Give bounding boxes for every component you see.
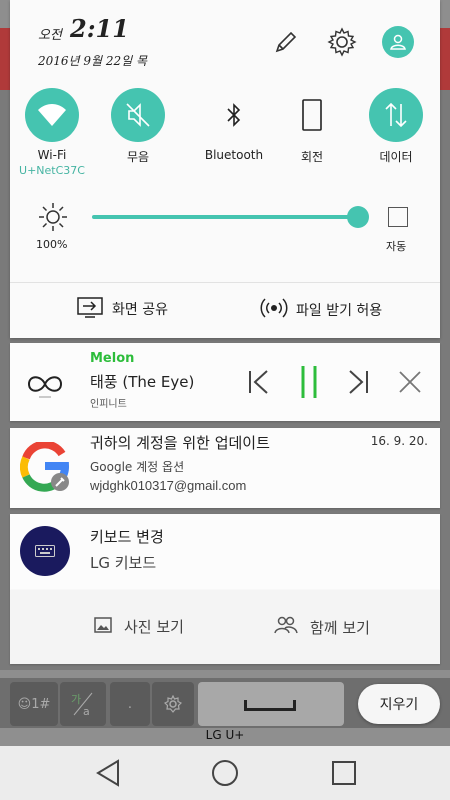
view-together-label: 함께 보기 bbox=[310, 618, 370, 637]
qs-label-mute: 무음 bbox=[126, 150, 150, 164]
clear-all-button[interactable]: 지우기 bbox=[358, 684, 440, 724]
brightness-icon bbox=[38, 202, 68, 236]
close-icon[interactable] bbox=[394, 365, 426, 399]
qs-tile-rotate[interactable]: 회전 bbox=[272, 88, 352, 165]
brightness-slider-thumb[interactable] bbox=[347, 206, 369, 228]
qs-tile-data[interactable]: 데이터 bbox=[356, 88, 436, 165]
google-notification-time: 16. 9. 20. bbox=[370, 434, 428, 448]
google-notification-title: 귀하의 계정을 위한 업데이트 bbox=[90, 434, 270, 452]
space-key[interactable] bbox=[198, 682, 344, 726]
bluetooth-icon bbox=[207, 88, 261, 142]
qs-label-data: 데이터 bbox=[379, 150, 413, 164]
recents-icon[interactable] bbox=[328, 758, 360, 788]
keyboard-notification-subtitle: LG 키보드 bbox=[90, 554, 157, 572]
google-notification-subtitle: Google 계정 옵션 bbox=[90, 460, 185, 474]
google-notification-email: wjdghk010317@gmail.com bbox=[90, 478, 247, 493]
qs-tile-mute[interactable]: 무음 bbox=[98, 88, 178, 165]
quick-settings-panel: 오전 2:11 2016년 9월 22일 목 Wi-Fi U+NetC37C 무 bbox=[10, 0, 440, 338]
rotate-icon bbox=[285, 88, 339, 142]
wifi-icon bbox=[25, 88, 79, 142]
qs-sub-wifi: U+NetC37C bbox=[19, 164, 85, 177]
music-artist: 인피니트 bbox=[90, 399, 127, 410]
language-key[interactable]: 가a bbox=[60, 682, 106, 726]
file-receive-button[interactable]: 파일 받기 허용 bbox=[260, 296, 382, 324]
melon-album-icon bbox=[20, 359, 70, 409]
screen-share-label: 화면 공유 bbox=[112, 302, 168, 318]
qs-tile-wifi[interactable]: Wi-Fi U+NetC37C bbox=[12, 88, 92, 177]
navigation-bar bbox=[0, 746, 450, 800]
mute-icon bbox=[111, 88, 165, 142]
qs-label-bluetooth: Bluetooth bbox=[204, 148, 264, 162]
auto-brightness-label: 자동 bbox=[386, 240, 407, 253]
edit-icon[interactable] bbox=[268, 24, 304, 60]
qs-label-rotate: 회전 bbox=[300, 150, 324, 164]
date-label: 2016년 9월 22일 목 bbox=[38, 54, 148, 68]
brightness-percent: 100% bbox=[36, 238, 68, 251]
svg-text:a: a bbox=[83, 705, 90, 717]
svg-text:가: 가 bbox=[71, 693, 81, 706]
photo-icon bbox=[94, 616, 112, 637]
music-title: 태풍 (The Eye) bbox=[90, 373, 195, 391]
file-receive-icon bbox=[260, 296, 288, 324]
file-receive-label: 파일 받기 허용 bbox=[296, 303, 383, 319]
period-key[interactable]: . bbox=[110, 682, 150, 726]
screen-share-icon bbox=[76, 296, 104, 322]
account-icon[interactable] bbox=[380, 24, 416, 60]
previous-track-icon[interactable] bbox=[243, 365, 275, 399]
carrier-label: LG U+ bbox=[0, 728, 450, 746]
settings-icon[interactable] bbox=[324, 24, 360, 60]
people-icon bbox=[274, 616, 298, 638]
view-photos-label: 사진 보기 bbox=[124, 618, 184, 636]
view-together-button[interactable]: 함께 보기 bbox=[274, 616, 370, 638]
keyboard-app-icon bbox=[20, 526, 70, 576]
emoji-key[interactable]: ☺1# bbox=[10, 682, 58, 726]
data-icon bbox=[369, 88, 423, 142]
view-photos-button[interactable]: 사진 보기 bbox=[94, 616, 184, 637]
qs-tile-bluetooth[interactable]: Bluetooth bbox=[194, 88, 274, 162]
brightness-row: 100% 자동 bbox=[10, 200, 440, 260]
gallery-actions: 사진 보기 함께 보기 bbox=[10, 590, 440, 664]
keyboard-change-notification[interactable]: 키보드 변경 LG 키보드 bbox=[10, 514, 440, 590]
keyboard-notification-title: 키보드 변경 bbox=[90, 528, 164, 546]
brightness-slider[interactable] bbox=[92, 215, 358, 219]
clock-time: 2:11 bbox=[70, 14, 129, 43]
music-app-name: Melon bbox=[90, 351, 135, 366]
screen-share-button[interactable]: 화면 공유 bbox=[76, 296, 168, 322]
google-account-notification[interactable]: 귀하의 계정을 위한 업데이트 Google 계정 옵션 wjdghk01031… bbox=[10, 428, 440, 508]
pause-icon[interactable] bbox=[293, 365, 325, 399]
divider bbox=[10, 282, 440, 283]
home-icon[interactable] bbox=[209, 758, 241, 788]
google-icon bbox=[20, 442, 70, 492]
next-track-icon[interactable] bbox=[342, 365, 374, 399]
ampm-label: 오전 bbox=[38, 28, 62, 43]
qs-label-wifi: Wi-Fi bbox=[37, 148, 67, 162]
auto-brightness-checkbox[interactable] bbox=[388, 207, 408, 227]
music-notification[interactable]: Melon 태풍 (The Eye) 인피니트 bbox=[10, 343, 440, 421]
keyboard-settings-icon[interactable] bbox=[152, 682, 194, 726]
back-icon[interactable] bbox=[92, 758, 124, 788]
